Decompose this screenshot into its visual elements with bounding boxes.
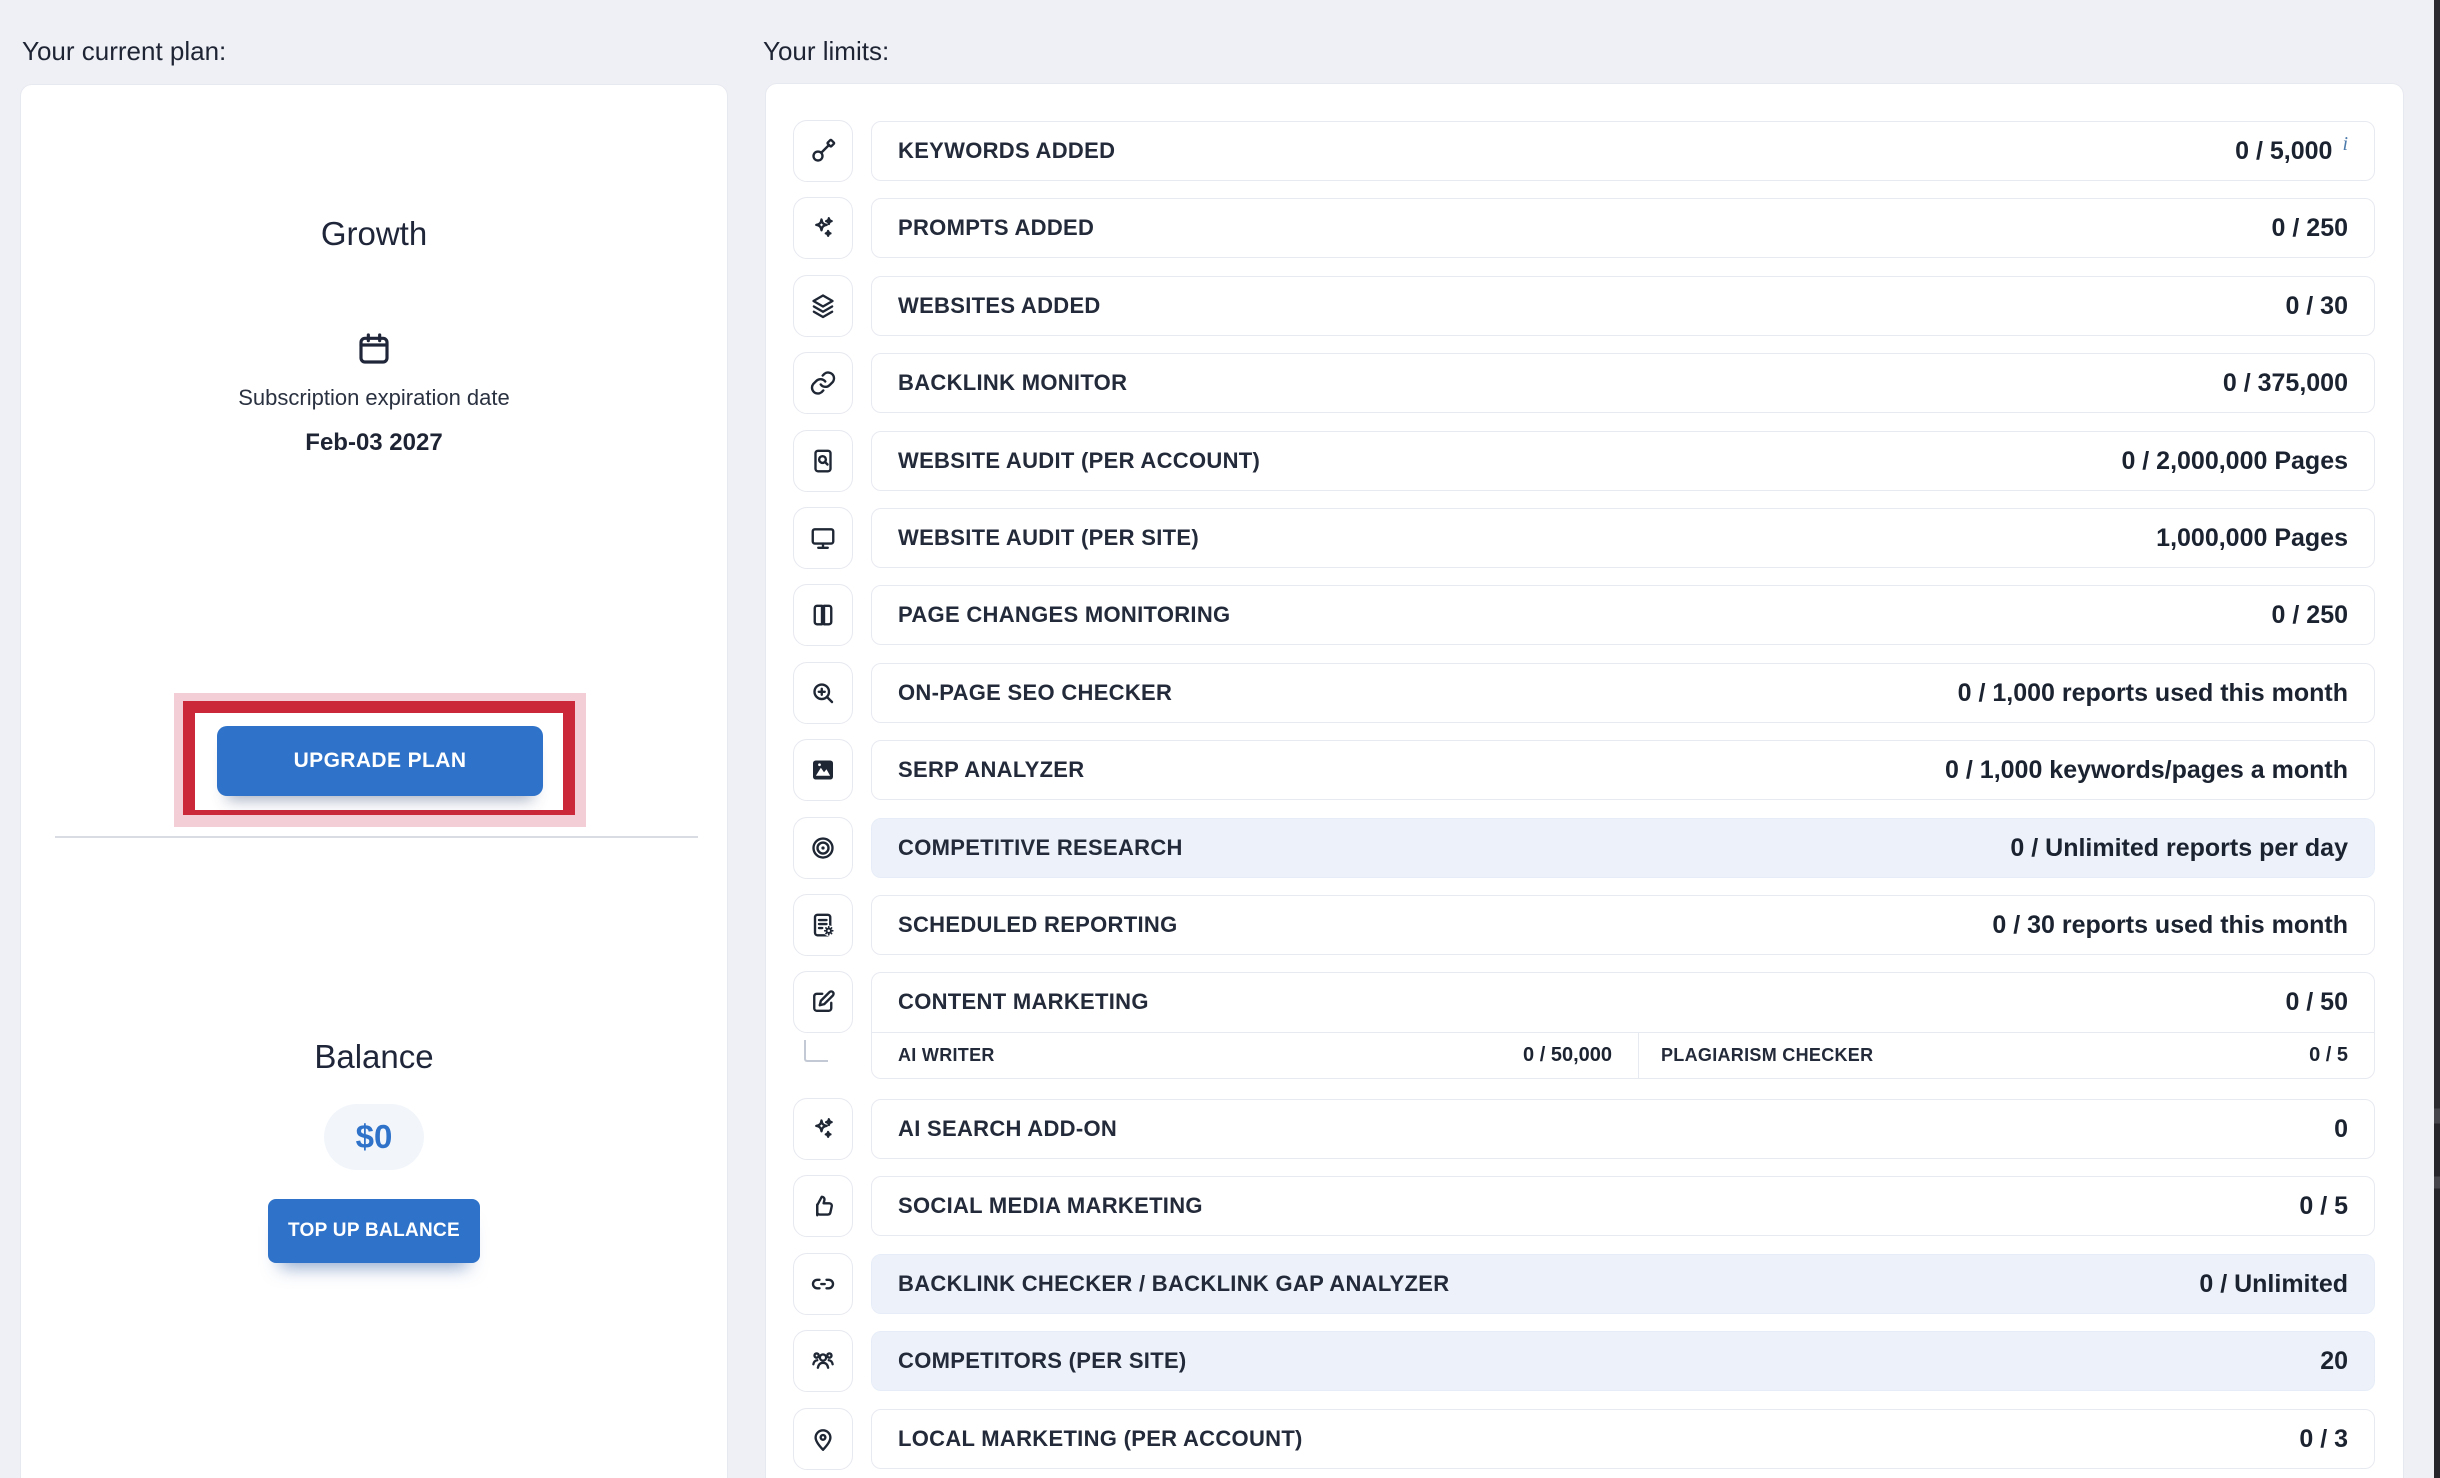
plan-name: Growth [21, 215, 727, 253]
limit-value: 0 / 30 [2285, 292, 2348, 321]
chain-link-icon [793, 352, 853, 414]
limit-label: PLAGIARISM CHECKER [1661, 1045, 1873, 1066]
limit-value: 0 / 3 [2299, 1425, 2348, 1454]
limit-label: COMPETITORS (PER SITE) [898, 1348, 1187, 1374]
limit-row: SCHEDULED REPORTING 0 / 30 reports used t… [871, 895, 2375, 955]
sparkles-icon [793, 1098, 853, 1160]
balance-amount: $0 [356, 1118, 393, 1156]
limit-value: 0 / 50 [2285, 988, 2348, 1017]
limit-value: 0 / 250 [2272, 214, 2348, 243]
limit-label: LOCAL MARKETING (PER ACCOUNT) [898, 1426, 1303, 1452]
limit-label: WEBSITE AUDIT (PER SITE) [898, 525, 1199, 551]
limit-row-main: CONTENT MARKETING 0 / 50 [872, 973, 2374, 1032]
limit-label: SOCIAL MEDIA MARKETING [898, 1193, 1203, 1219]
limit-value: 0 / 50,000 [1523, 1044, 1612, 1067]
thumbs-up-icon [793, 1175, 853, 1237]
image-chart-icon [793, 739, 853, 801]
limit-value: 0 / 1,000 keywords/pages a month [1945, 756, 2348, 785]
limit-label: BACKLINK CHECKER / BACKLINK GAP ANALYZER [898, 1271, 1449, 1297]
limit-value: 0 / 250 [2272, 601, 2348, 630]
target-icon [793, 817, 853, 879]
subrow-connector-icon [804, 1040, 828, 1062]
limit-value: 0 / 5 [2309, 1044, 2348, 1067]
limit-value: 20 [2320, 1347, 2348, 1376]
layers-icon [793, 275, 853, 337]
limit-label: COMPETITIVE RESEARCH [898, 835, 1183, 861]
limits-heading: Your limits: [763, 36, 889, 67]
limit-label: WEBSITES ADDED [898, 293, 1101, 319]
pages-icon [793, 584, 853, 646]
limit-label: SERP ANALYZER [898, 757, 1084, 783]
limit-value: 0 / 375,000 [2223, 369, 2348, 398]
balance-heading: Balance [21, 1038, 727, 1076]
window-edge-scrollbar[interactable] [2434, 0, 2440, 1478]
limit-row: ON-PAGE SEO CHECKER 0 / 1,000 reports use… [871, 663, 2375, 723]
limit-row-content-marketing: CONTENT MARKETING 0 / 50 AI WRITER 0 / 50,0… [871, 972, 2375, 1079]
limit-label: PAGE CHANGES MONITORING [898, 602, 1230, 628]
limit-subrow: AI WRITER 0 / 50,000 PLAGIARISM CHECKER 0 /… [872, 1032, 2374, 1078]
limit-label: AI SEARCH ADD-ON [898, 1116, 1117, 1142]
limit-label: AI WRITER [898, 1045, 995, 1066]
expiration-date: Feb-03 2027 [21, 429, 727, 457]
limit-row: AI SEARCH ADD-ON 0 [871, 1099, 2375, 1159]
balance-pill: $0 [324, 1104, 424, 1170]
limit-row: WEBSITE AUDIT (PER SITE) 1,000,000 Pages [871, 508, 2375, 568]
key-icon [793, 120, 853, 182]
limit-value: 0 / 1,000 reports used this month [1958, 679, 2348, 708]
limit-row: BACKLINK MONITOR 0 / 375,000 [871, 353, 2375, 413]
limit-label: ON-PAGE SEO CHECKER [898, 680, 1172, 706]
limit-value: 0 / 30 reports used this month [1992, 911, 2348, 940]
current-plan-card: Growth Subscription expiration date Feb-… [20, 84, 728, 1478]
limits-card: KEYWORDS ADDED 0 / 5,000i PROMPTS ADDED 0 /… [765, 83, 2404, 1478]
limit-value: 0 / Unlimited [2199, 1270, 2348, 1299]
limit-value: 0 / 5,000i [2235, 137, 2348, 166]
limit-value: 1,000,000 Pages [2156, 524, 2348, 553]
link-icon [793, 1253, 853, 1315]
limit-row: PROMPTS ADDED 0 / 250 [871, 198, 2375, 258]
limit-row: WEBSITE AUDIT (PER ACCOUNT) 0 / 2,000,000… [871, 431, 2375, 491]
expiration-label: Subscription expiration date [21, 385, 727, 411]
limit-row: WEBSITES ADDED 0 / 30 [871, 276, 2375, 336]
limit-row: LOCAL MARKETING (PER ACCOUNT) 0 / 3 [871, 1409, 2375, 1469]
limit-label: PROMPTS ADDED [898, 215, 1094, 241]
limit-row: KEYWORDS ADDED 0 / 5,000i [871, 121, 2375, 181]
limit-label: BACKLINK MONITOR [898, 370, 1127, 396]
subscription-limits-page: Your current plan: Your limits: Growth S… [0, 0, 2440, 1478]
edit-icon [793, 971, 853, 1033]
limit-value: 0 / Unlimited reports per day [2010, 834, 2348, 863]
report-gear-icon [793, 894, 853, 956]
divider [55, 836, 698, 838]
sparkles-icon [793, 197, 853, 259]
limit-row: COMPETITIVE RESEARCH 0 / Unlimited report… [871, 818, 2375, 878]
limit-row: COMPETITORS (PER SITE) 20 [871, 1331, 2375, 1391]
limit-value: 0 / 5 [2299, 1192, 2348, 1221]
limit-row: SERP ANALYZER 0 / 1,000 keywords/pages a … [871, 740, 2375, 800]
limit-label: KEYWORDS ADDED [898, 138, 1115, 164]
limit-label: CONTENT MARKETING [898, 989, 1149, 1015]
limit-subcell: PLAGIARISM CHECKER 0 / 5 [1639, 1033, 2374, 1078]
limit-row: SOCIAL MEDIA MARKETING 0 / 5 [871, 1176, 2375, 1236]
pin-icon [793, 1408, 853, 1470]
limit-value: 0 [2334, 1115, 2348, 1144]
top-up-balance-button[interactable]: TOP UP BALANCE [268, 1199, 480, 1263]
calendar-icon [354, 329, 394, 374]
monitor-icon [793, 507, 853, 569]
limit-label: WEBSITE AUDIT (PER ACCOUNT) [898, 448, 1260, 474]
current-plan-heading: Your current plan: [22, 36, 226, 67]
search-plus-icon [793, 662, 853, 724]
limit-row: PAGE CHANGES MONITORING 0 / 250 [871, 585, 2375, 645]
limit-row: BACKLINK CHECKER / BACKLINK GAP ANALYZER… [871, 1254, 2375, 1314]
upgrade-plan-button[interactable]: UPGRADE PLAN [217, 726, 543, 796]
limit-value: 0 / 2,000,000 Pages [2121, 447, 2348, 476]
document-search-icon [793, 430, 853, 492]
users-icon [793, 1330, 853, 1392]
limit-label: SCHEDULED REPORTING [898, 912, 1178, 938]
info-icon[interactable]: i [2342, 133, 2348, 155]
limit-subcell: AI WRITER 0 / 50,000 [872, 1033, 1639, 1078]
